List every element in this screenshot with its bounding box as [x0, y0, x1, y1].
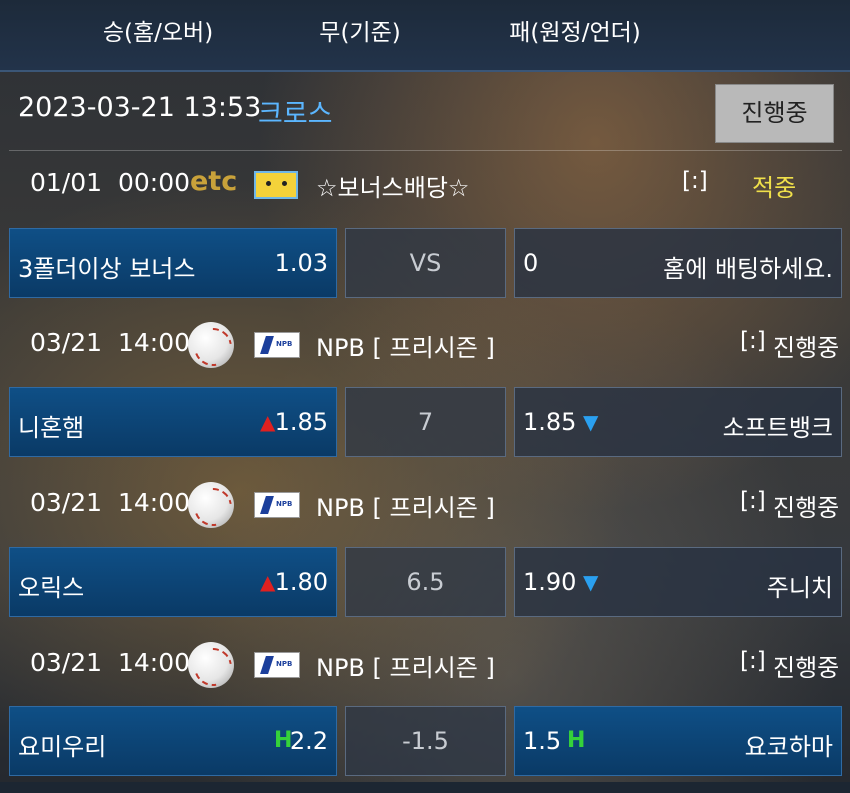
- game-date: 01/01: [30, 168, 103, 197]
- away-odds: 1.85: [523, 408, 577, 436]
- game-date: 03/21: [30, 488, 103, 517]
- score-text: [:]: [740, 328, 766, 354]
- score-text: [:]: [682, 168, 708, 194]
- score-text: [:]: [740, 648, 766, 674]
- away-team-name: 요코하마: [744, 733, 833, 761]
- status-button[interactable]: 진행중: [715, 84, 834, 143]
- game-info-row: 03/21 14:00 NPB [ 프리시즌 ] [:] 진행중: [0, 470, 850, 540]
- league-name: NPB [ 프리시즌 ]: [316, 334, 495, 362]
- baseball-icon: [188, 322, 234, 368]
- draw-base-button[interactable]: 7: [345, 387, 506, 457]
- game-time: 14:00: [117, 648, 190, 677]
- home-team-name: 오릭스: [18, 574, 85, 602]
- game-status: 진행중: [773, 654, 840, 682]
- home-bet-button[interactable]: 니혼햄 ▲ 1.85: [9, 387, 337, 457]
- baseball-icon: [188, 642, 234, 688]
- game-info-row: 03/21 14:00 NPB [ 프리시즌 ] [:] 진행중: [0, 310, 850, 380]
- header-draw-base: 무(기준): [319, 20, 401, 46]
- home-team-name: 니혼햄: [18, 414, 85, 442]
- npb-logo-icon: [254, 652, 300, 678]
- home-odds: 1.85: [274, 408, 328, 436]
- draw-base-button[interactable]: -1.5: [345, 706, 506, 776]
- npb-logo-icon: [254, 332, 300, 358]
- bet-datetime: 2023-03-21 13:53: [18, 92, 262, 123]
- league-name: NPB [ 프리시즌 ]: [316, 494, 495, 522]
- game-status: 진행중: [773, 334, 840, 362]
- league-name: ☆보너스배당☆: [316, 174, 470, 202]
- bet-header: 승(홈/오버) 무(기준) 패(원정/언더): [0, 0, 850, 72]
- game-time: 14:00: [117, 328, 190, 357]
- home-odds: 1.80: [274, 568, 328, 596]
- game-datetime: 01/01 00:00: [30, 168, 190, 197]
- etc-icon: etc: [190, 166, 238, 197]
- odds-up-icon: ▲: [260, 410, 276, 434]
- game-datetime: 03/21 14:00: [30, 648, 190, 677]
- away-bet-button[interactable]: 1.90 ▼ 주니치: [514, 547, 842, 617]
- away-team-name: 홈에 배팅하세요.: [663, 255, 833, 283]
- game-time: 00:00: [117, 168, 190, 197]
- away-team-name: 소프트뱅크: [722, 414, 833, 442]
- game-date: 03/21: [30, 328, 103, 357]
- home-bet-button[interactable]: 요미우리 H 2.2: [9, 706, 337, 776]
- pikachu-icon: [254, 171, 298, 199]
- away-team-name: 주니치: [766, 574, 833, 602]
- baseball-icon: [188, 482, 234, 528]
- home-odds: 2.2: [289, 727, 328, 755]
- bet-row: 니혼햄 ▲ 1.85 7 1.85 ▼ 소프트뱅크: [0, 387, 850, 459]
- score-text: [:]: [740, 488, 766, 514]
- game-datetime: 03/21 14:00: [30, 488, 190, 517]
- away-bet-button[interactable]: 1.5 H 요코하마: [514, 706, 842, 776]
- handicap-h-icon: H: [567, 728, 586, 753]
- home-bet-button[interactable]: 3폴더이상 보너스 1.03: [9, 228, 337, 298]
- game-time: 14:00: [117, 488, 190, 517]
- draw-base-button[interactable]: VS: [345, 228, 506, 298]
- bet-row: 3폴더이상 보너스 1.03 VS 0 홈에 배팅하세요.: [0, 228, 850, 300]
- away-bet-button[interactable]: 1.85 ▼ 소프트뱅크: [514, 387, 842, 457]
- away-odds: 1.90: [523, 568, 577, 596]
- bet-row: 오릭스 ▲ 1.80 6.5 1.90 ▼ 주니치: [0, 547, 850, 619]
- game-info-row: 01/01 00:00 etc ☆보너스배당☆ [:] 적중: [0, 150, 850, 220]
- cart-title-row: 2023-03-21 13:53 크로스 진행중: [0, 72, 850, 150]
- home-odds: 1.03: [274, 249, 328, 277]
- npb-logo-icon: [254, 492, 300, 518]
- header-away-under: 패(원정/언더): [509, 20, 641, 46]
- league-name: NPB [ 프리시즌 ]: [316, 654, 495, 682]
- home-team-name: 3폴더이상 보너스: [18, 255, 196, 283]
- odds-down-icon: ▼: [583, 570, 599, 594]
- away-bet-button[interactable]: 0 홈에 배팅하세요.: [514, 228, 842, 298]
- draw-base-button[interactable]: 6.5: [345, 547, 506, 617]
- header-home-over: 승(홈/오버): [102, 20, 214, 46]
- odds-up-icon: ▲: [260, 570, 276, 594]
- next-row-edge: [0, 782, 850, 793]
- game-info-row: 03/21 14:00 NPB [ 프리시즌 ] [:] 진행중: [0, 630, 850, 700]
- home-bet-button[interactable]: 오릭스 ▲ 1.80: [9, 547, 337, 617]
- bet-row: 요미우리 H 2.2 -1.5 1.5 H 요코하마: [0, 706, 850, 778]
- home-team-name: 요미우리: [18, 733, 107, 761]
- game-date: 03/21: [30, 648, 103, 677]
- away-odds: 1.5: [523, 727, 562, 755]
- odds-down-icon: ▼: [583, 410, 599, 434]
- away-odds: 0: [523, 249, 539, 277]
- game-status: 진행중: [773, 494, 840, 522]
- game-status: 적중: [752, 174, 797, 202]
- bet-type-label: 크로스: [258, 99, 333, 130]
- game-datetime: 03/21 14:00: [30, 328, 190, 357]
